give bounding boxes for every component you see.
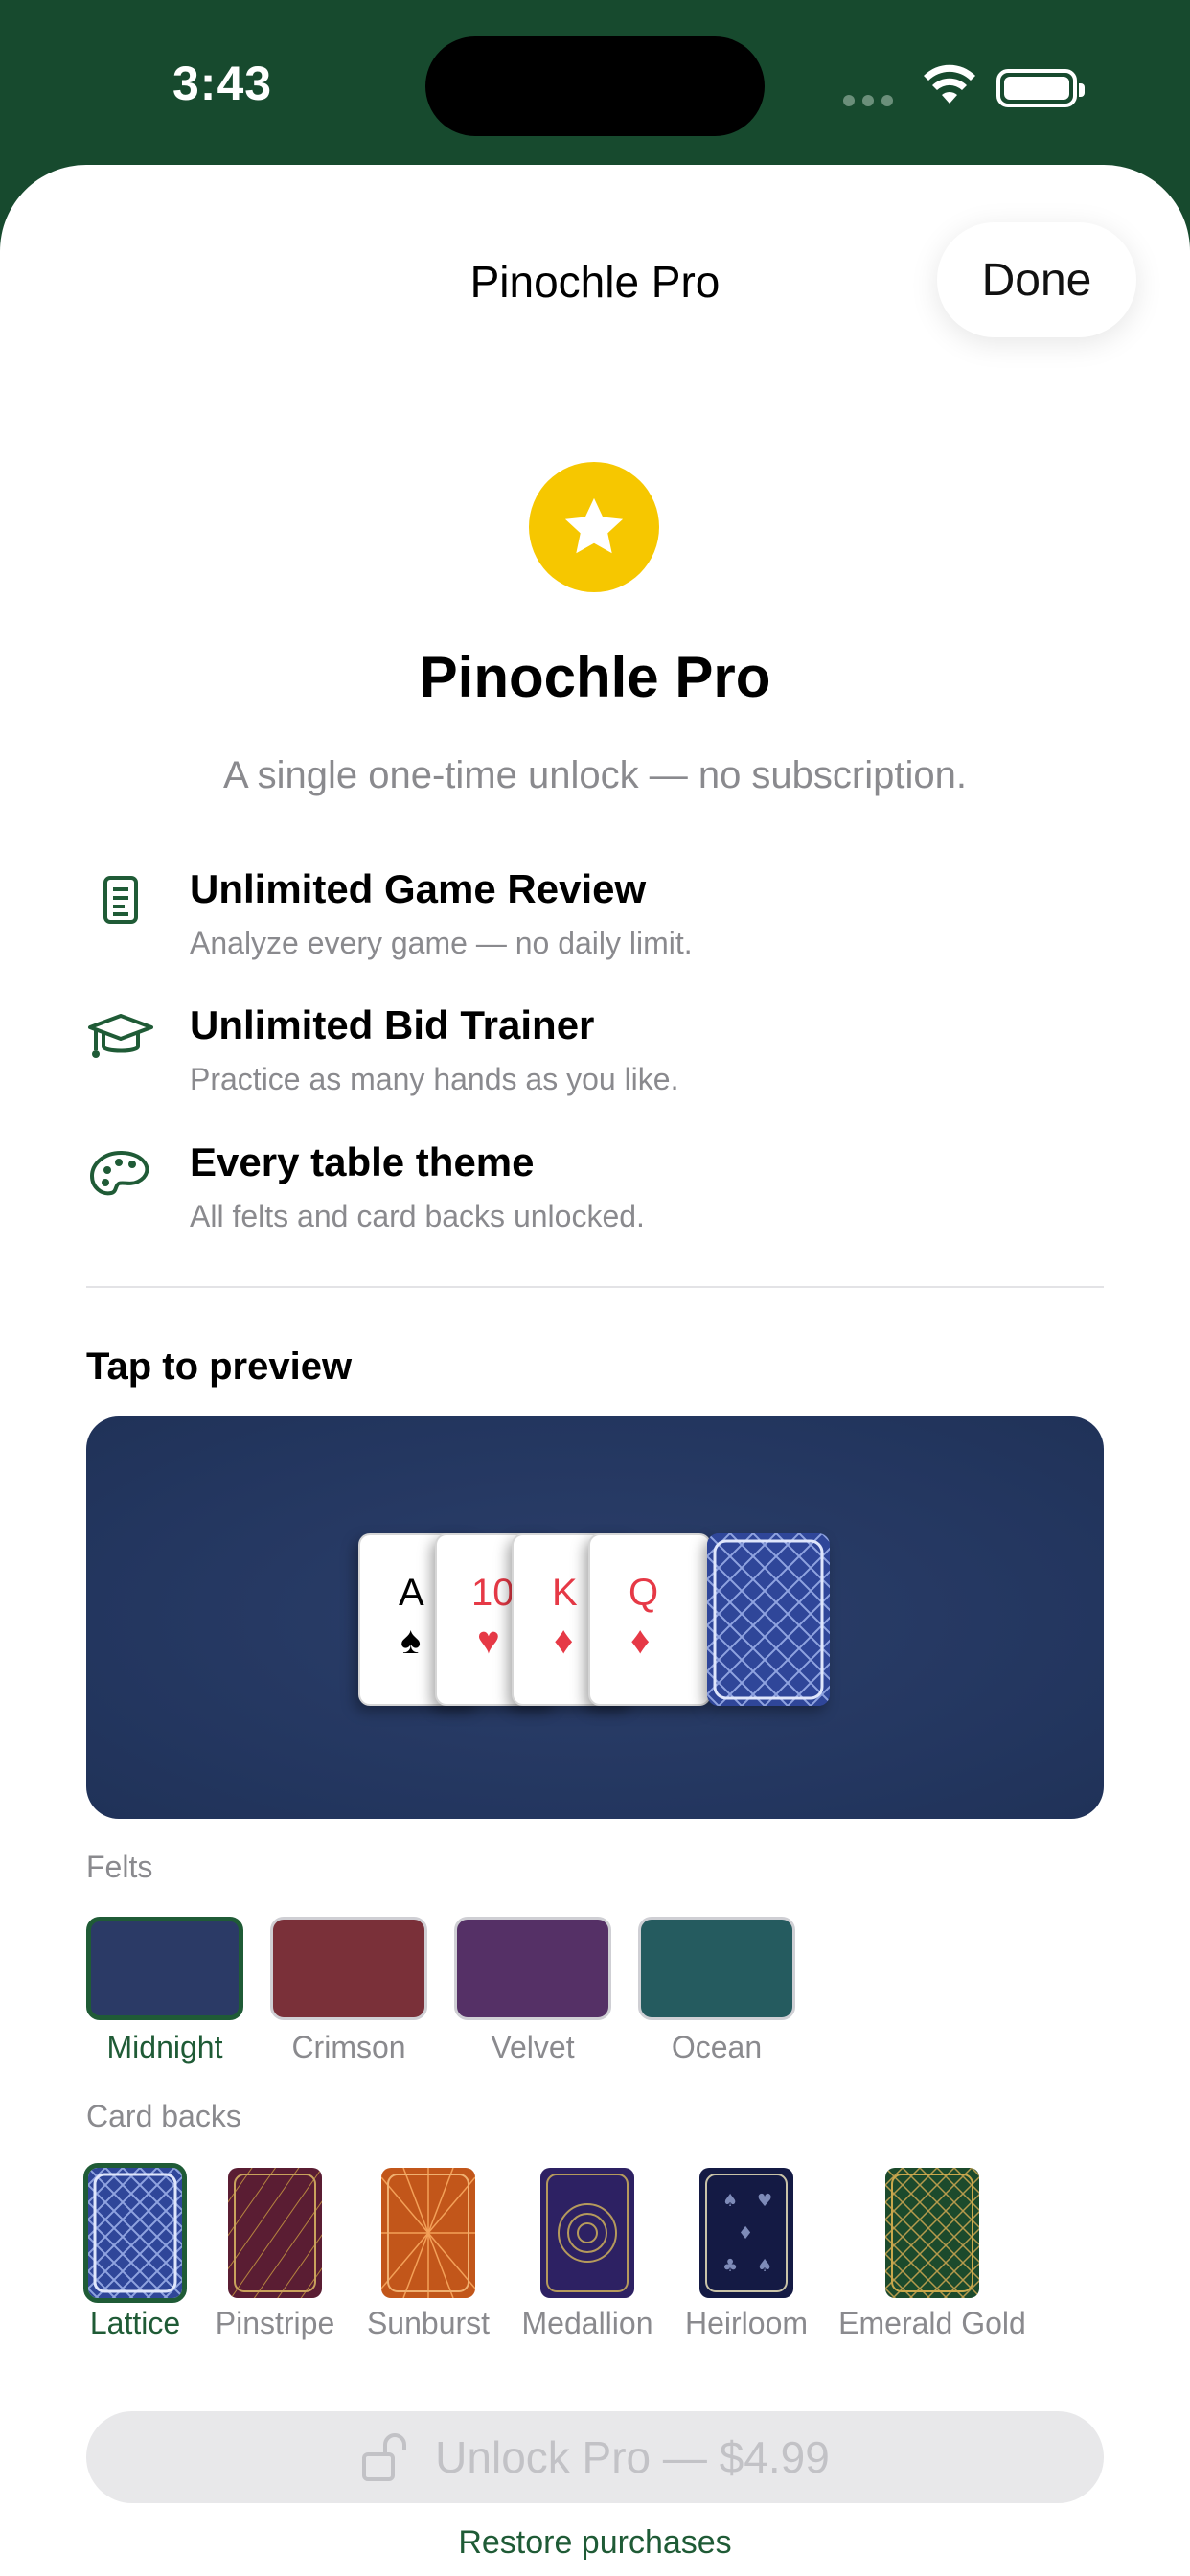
card-back-medallion[interactable] bbox=[540, 2168, 634, 2298]
card-backs-label: Card backs bbox=[86, 2099, 241, 2133]
felt-label: Midnight bbox=[106, 2030, 223, 2064]
felt-swatch-crimson[interactable] bbox=[270, 1917, 427, 2020]
status-time: 3:43 bbox=[172, 57, 273, 110]
divider bbox=[86, 1286, 1104, 1288]
document-list-icon bbox=[103, 876, 138, 924]
palette-icon bbox=[89, 1150, 149, 1196]
card-suit: ♥ bbox=[477, 1620, 500, 1662]
felt-swatch-ocean[interactable] bbox=[638, 1917, 795, 2020]
feature-description: Analyze every game — no daily limit. bbox=[190, 926, 693, 960]
playing-card: Q ♦ bbox=[588, 1533, 711, 1706]
card-back-label: Emerald Gold bbox=[838, 2306, 1026, 2340]
cellular-signal-icon bbox=[843, 94, 901, 111]
felt-label: Crimson bbox=[291, 2030, 406, 2064]
felts-label: Felts bbox=[86, 1850, 153, 1884]
feature-title: Every table theme bbox=[190, 1139, 535, 1184]
card-back-pinstripe[interactable] bbox=[228, 2168, 322, 2298]
graduation-cap-icon bbox=[88, 1014, 153, 1058]
feature-description: All felts and card backs unlocked. bbox=[190, 1199, 645, 1233]
card-back-preview bbox=[707, 1533, 830, 1706]
feature-description: Practice as many hands as you like. bbox=[190, 1062, 679, 1096]
felt-label: Velvet bbox=[491, 2030, 575, 2064]
felt-swatch-midnight[interactable] bbox=[86, 1917, 243, 2020]
card-back-emerald-gold[interactable] bbox=[885, 2168, 979, 2298]
unlock-pro-button[interactable]: Unlock Pro — $4.99 bbox=[86, 2411, 1104, 2503]
battery-icon bbox=[996, 69, 1085, 107]
card-back-sunburst[interactable] bbox=[381, 2168, 475, 2298]
felt-swatch-velvet[interactable] bbox=[454, 1917, 611, 2020]
restore-purchases-link[interactable]: Restore purchases bbox=[0, 2524, 1190, 2562]
card-suit: ♠ bbox=[400, 1620, 422, 1662]
card-back-lattice[interactable] bbox=[83, 2163, 187, 2303]
card-suit: ♦ bbox=[554, 1620, 574, 1662]
card-rank: Q bbox=[629, 1572, 659, 1614]
feature-title: Unlimited Game Review bbox=[190, 866, 647, 911]
felt-label: Ocean bbox=[671, 2030, 763, 2064]
svg-text:♦: ♦ bbox=[738, 2223, 753, 2243]
svg-text:♠: ♠ bbox=[757, 2256, 772, 2276]
unlock-icon bbox=[362, 2433, 407, 2481]
done-button[interactable]: Done bbox=[937, 222, 1136, 337]
hero-subtitle: A single one-time unlock — no subscripti… bbox=[223, 754, 967, 796]
feature-item: Every table theme All felts and card bac… bbox=[86, 1136, 1102, 1241]
dynamic-island bbox=[425, 36, 765, 136]
wifi-icon bbox=[924, 64, 975, 104]
feature-title: Unlimited Bid Trainer bbox=[190, 1002, 595, 1047]
hero-title: Pinochle Pro bbox=[419, 645, 771, 709]
svg-text:♥: ♥ bbox=[757, 2191, 772, 2211]
svg-text:♠: ♠ bbox=[722, 2191, 738, 2211]
card-rank: 10 bbox=[471, 1572, 515, 1614]
card-rank: A bbox=[399, 1572, 424, 1614]
star-icon bbox=[529, 462, 659, 592]
card-rank: K bbox=[552, 1572, 578, 1614]
preview-heading: Tap to preview bbox=[86, 1346, 353, 1388]
card-back-heirloom[interactable]: ♠ ♥ ♦ ♣ ♠ bbox=[699, 2168, 793, 2298]
svg-text:♣: ♣ bbox=[722, 2256, 738, 2276]
status-bar: 3:43 bbox=[0, 0, 1190, 163]
feature-item: Unlimited Game Review Analyze every game… bbox=[86, 862, 1102, 968]
card-suit: ♦ bbox=[630, 1620, 651, 1662]
card-back-label: Heirloom bbox=[684, 2306, 809, 2340]
feature-item: Unlimited Bid Trainer Practice as many h… bbox=[86, 999, 1102, 1104]
unlock-label: Unlock Pro — $4.99 bbox=[435, 2432, 830, 2482]
